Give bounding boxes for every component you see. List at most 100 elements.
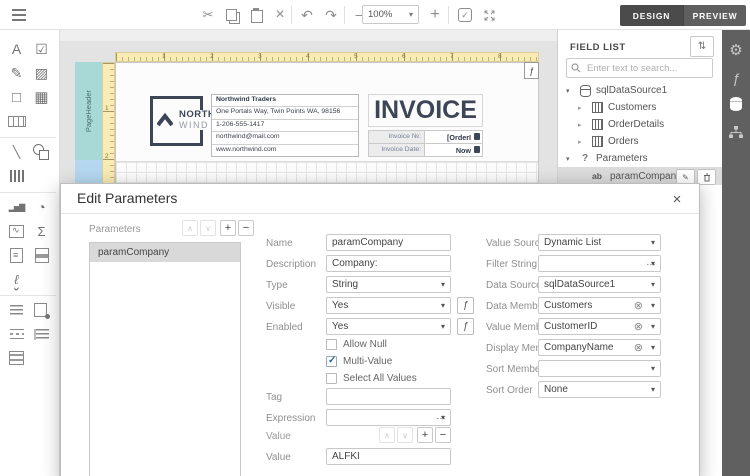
close-icon[interactable] xyxy=(667,189,687,209)
report-explorer-icon[interactable] xyxy=(722,120,750,144)
chevron-right-icon[interactable] xyxy=(578,104,582,112)
validate-icon[interactable] xyxy=(454,4,476,26)
zoom-in-icon[interactable] xyxy=(424,4,446,26)
page-header-band[interactable]: PageHeader xyxy=(75,62,102,160)
rich-text-tool-icon[interactable] xyxy=(4,61,29,85)
tree-item-orders[interactable]: Orders xyxy=(558,133,722,150)
company-website[interactable]: www.northwind.com xyxy=(212,145,358,156)
multi-value-checkbox[interactable]: Multi-Value xyxy=(326,356,392,367)
value-field[interactable] xyxy=(326,448,451,465)
company-phone[interactable]: 1-206-555-1417 xyxy=(212,120,358,132)
value-move-down-button[interactable] xyxy=(397,427,413,443)
invoice-date-label[interactable]: Invoice Date: xyxy=(369,144,425,156)
page-document-tool-icon[interactable] xyxy=(4,243,29,267)
tree-item-customers[interactable]: Customers xyxy=(558,99,722,116)
ellipsis-icon[interactable] xyxy=(646,257,656,268)
move-up-button[interactable] xyxy=(182,220,198,236)
copy-icon[interactable] xyxy=(221,4,243,26)
fullscreen-icon[interactable] xyxy=(478,4,500,26)
display-member-select[interactable]: CompanyName xyxy=(538,339,661,356)
field-list-icon[interactable] xyxy=(722,92,750,116)
page-break-tool-icon[interactable] xyxy=(4,322,29,346)
visible-expression-button[interactable] xyxy=(457,297,474,314)
check-box-tool-icon[interactable] xyxy=(29,37,54,61)
menu-icon[interactable] xyxy=(8,4,30,26)
cut-icon[interactable] xyxy=(197,4,219,26)
delete-icon[interactable] xyxy=(269,4,291,26)
design-button[interactable]: DESIGN xyxy=(620,5,683,26)
subreport-tool-icon[interactable] xyxy=(4,298,29,322)
value-move-up-button[interactable] xyxy=(379,427,395,443)
settings-icon[interactable] xyxy=(722,38,750,62)
paste-icon[interactable] xyxy=(245,4,267,26)
sparkline-tool-icon[interactable] xyxy=(4,219,29,243)
cross-band-box-tool-icon[interactable] xyxy=(4,346,29,370)
pdf-content-tool-icon[interactable] xyxy=(29,243,54,267)
panel-tool-icon[interactable] xyxy=(4,85,29,109)
search-input[interactable] xyxy=(585,62,708,75)
invoice-title-label[interactable]: INVOICE xyxy=(368,94,483,127)
select-all-values-checkbox[interactable]: Select All Values xyxy=(326,373,417,384)
signature-tool-icon[interactable] xyxy=(4,267,29,291)
chevron-right-icon[interactable] xyxy=(578,121,582,129)
label-tool-icon[interactable] xyxy=(4,37,29,61)
name-field[interactable] xyxy=(326,234,451,251)
gauge-tool-icon[interactable] xyxy=(29,195,54,219)
enabled-select[interactable]: Yes xyxy=(326,318,451,335)
chart-tool-icon[interactable] xyxy=(4,195,29,219)
picture-box-tool-icon[interactable] xyxy=(29,61,54,85)
character-comb-tool-icon[interactable] xyxy=(4,109,29,133)
invoice-number-value[interactable]: [OrderI xyxy=(425,131,482,143)
filter-string-field[interactable] xyxy=(538,255,661,272)
line-tool-icon[interactable] xyxy=(4,140,29,164)
clear-icon[interactable] xyxy=(634,341,643,354)
expressions-icon[interactable] xyxy=(722,66,750,90)
summary-tool-icon[interactable] xyxy=(29,219,54,243)
chevron-down-icon[interactable] xyxy=(566,87,570,95)
enabled-expression-button[interactable] xyxy=(457,318,474,335)
data-source-select[interactable]: sqlDataSource1 xyxy=(538,276,661,293)
clear-icon[interactable] xyxy=(634,320,643,333)
sort-member-select[interactable] xyxy=(538,360,661,377)
company-info-table[interactable]: Northwind Traders One Portals Way, Twin … xyxy=(211,94,359,157)
value-member-select[interactable]: CustomerID xyxy=(538,318,661,335)
table-of-contents-tool-icon[interactable] xyxy=(29,322,54,346)
chevron-down-icon[interactable] xyxy=(566,155,570,163)
add-parameter-button[interactable] xyxy=(220,220,236,236)
company-email[interactable]: northwind@mail.com xyxy=(212,132,358,144)
description-field[interactable] xyxy=(326,255,451,272)
invoice-date-value[interactable]: Now xyxy=(425,144,482,156)
ellipsis-icon[interactable] xyxy=(436,411,446,422)
preview-button[interactable]: PREVIEW xyxy=(683,5,746,26)
move-down-button[interactable] xyxy=(200,220,216,236)
field-list-order-button[interactable] xyxy=(690,36,714,57)
expression-field[interactable] xyxy=(326,409,451,426)
zoom-select[interactable]: 100% ▾ xyxy=(362,5,419,24)
table-tool-icon[interactable] xyxy=(29,85,54,109)
invoice-fields-table[interactable]: Invoice №: [OrderI Invoice Date: Now xyxy=(368,130,483,157)
value-add-button[interactable] xyxy=(417,427,433,443)
tree-item-orderdetails[interactable]: OrderDetails xyxy=(558,116,722,133)
remove-parameter-button[interactable] xyxy=(238,220,254,236)
tree-item-datasource[interactable]: sqlDataSource1 xyxy=(558,82,722,99)
redo-icon[interactable] xyxy=(320,4,342,26)
invoice-number-label[interactable]: Invoice №: xyxy=(369,131,425,143)
company-name[interactable]: Northwind Traders xyxy=(212,95,358,107)
clear-icon[interactable] xyxy=(634,299,643,312)
parameter-list-item[interactable]: paramCompany xyxy=(90,243,240,262)
expression-smart-tag-icon[interactable] xyxy=(524,62,539,79)
tag-field[interactable] xyxy=(326,388,451,405)
data-member-select[interactable]: Customers xyxy=(538,297,661,314)
value-source-select[interactable]: Dynamic List xyxy=(538,234,661,251)
value-remove-button[interactable] xyxy=(435,427,451,443)
barcode-tool-icon[interactable] xyxy=(4,164,29,188)
chevron-right-icon[interactable] xyxy=(578,138,582,146)
visible-select[interactable]: Yes xyxy=(326,297,451,314)
page-info-tool-icon[interactable] xyxy=(29,298,54,322)
company-logo[interactable]: NORTH WIND xyxy=(150,96,203,146)
undo-icon[interactable] xyxy=(296,4,318,26)
company-address[interactable]: One Portals Way, Twin Points WA, 98156 xyxy=(212,107,358,119)
sort-order-select[interactable]: None xyxy=(538,381,661,398)
tree-item-parameters[interactable]: ? Parameters xyxy=(558,150,722,167)
allow-null-checkbox[interactable]: Allow Null xyxy=(326,339,387,350)
